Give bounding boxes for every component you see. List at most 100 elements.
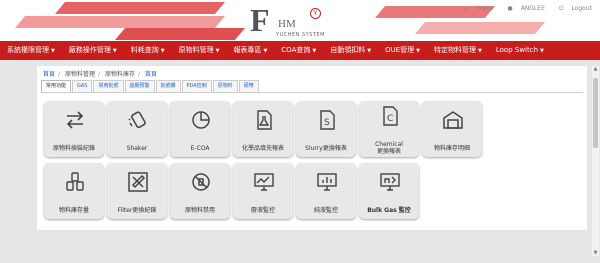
tile-material-ban[interactable]: 原物料禁用	[170, 163, 230, 219]
tile-inventory-detail[interactable]: 物料庫存明細	[422, 101, 482, 157]
ban-icon	[192, 173, 210, 191]
app-header: F HM Y YUCHEN SYSTEM ⌂ Home ● ANGLEE ⏻ L…	[0, 0, 600, 41]
nav-item[interactable]: 報表專區 ▼	[226, 41, 274, 60]
top-links: ⌂ Home ● ANGLEE ⏻ Logout	[452, 5, 592, 13]
slurry-document-icon: S	[320, 110, 335, 130]
header-stripe	[414, 22, 546, 34]
tools-icon	[128, 172, 148, 192]
breadcrumb-item[interactable]: 首頁	[145, 71, 157, 78]
tile-pure-monitor[interactable]: 純液監控	[296, 163, 356, 219]
nav-item[interactable]: 廠務操作管理 ▼	[62, 41, 124, 60]
nav-item[interactable]: 系統權限管理 ▼	[0, 41, 62, 60]
nav-label: 料耗查詢	[130, 46, 159, 54]
logo-letter: F	[250, 2, 270, 38]
nav-item[interactable]: 特定物料管理 ▼	[427, 41, 489, 60]
tab-pda[interactable]: PDA控制	[181, 80, 212, 92]
tile-label: Chemical 更換報表	[359, 141, 419, 155]
page-scrollbar[interactable]: ▲ ▼	[592, 66, 599, 256]
tile-label: Slurry更換報表	[305, 145, 347, 152]
home-link[interactable]: ⌂ Home	[458, 5, 493, 12]
system-name: YUCHEN SYSTEM	[276, 32, 325, 38]
tile-label-line2: 更換報表	[376, 148, 401, 155]
scroll-thumb[interactable]	[593, 78, 598, 148]
shaker-icon	[128, 111, 146, 129]
nav-item[interactable]: 自動領扣料 ▼	[323, 41, 378, 60]
nav-item[interactable]: Loop Switch ▼	[489, 41, 551, 60]
tile-label: 原物料禁用	[184, 207, 215, 214]
monitor-gas-icon	[380, 173, 400, 191]
logout-label: Logout	[571, 5, 592, 12]
barrels-icon	[66, 172, 84, 191]
nav-label: 廠務操作管理	[68, 46, 111, 54]
tile-inventory-qty[interactable]: 物料庫存量	[44, 163, 104, 219]
nav-item[interactable]: OUE管理 ▼	[378, 41, 427, 60]
breadcrumb-item: 原物料庫存	[104, 71, 135, 78]
chemical-document-icon: C	[383, 106, 398, 126]
tile-bulk-gas-monitor[interactable]: Bulk Gas 監控	[359, 163, 419, 219]
content-panel: 首頁 / 原物料管理 / 原物料庫存 / 首頁 常用功能 GAS 常用批號 過期預警 …	[37, 66, 587, 230]
home-icon: ⌂	[464, 5, 468, 12]
tile-label: 物料庫存明細	[433, 145, 470, 152]
home-label: Home	[475, 5, 494, 12]
pie-chart-icon	[192, 111, 210, 129]
tab-gas[interactable]: GAS	[72, 80, 93, 92]
tab-material[interactable]: 原物料	[212, 80, 238, 92]
brand-logo[interactable]: F HM Y YUCHEN SYSTEM	[248, 4, 358, 40]
breadcrumb-item[interactable]: 首頁	[43, 71, 55, 78]
tile-label: Filter更換紀錄	[117, 207, 157, 214]
tab-divider	[41, 92, 583, 93]
tab-lot-field[interactable]: 批號欄	[155, 80, 181, 92]
nav-label: COA查詢	[281, 46, 311, 54]
tile-chemical-report[interactable]: C Chemical 更換報表	[359, 101, 419, 157]
caret-down-icon: ▼	[367, 48, 372, 54]
nav-label: 報表專區	[233, 46, 262, 54]
tile-slurry-report[interactable]: S Slurry更換報表	[296, 101, 356, 157]
tile-shaker[interactable]: Shaker	[107, 101, 167, 157]
tab-bar: 常用功能 GAS 常用批號 過期預警 批號欄 PDA控制 原物料 硬幣	[41, 80, 260, 92]
caret-down-icon: ▼	[112, 48, 117, 54]
nav-label: 特定物料管理	[434, 46, 477, 54]
monitor-chart-icon	[254, 173, 274, 191]
tile-material-swap[interactable]: 原物料換裝紀錄	[44, 101, 104, 157]
tab-lots[interactable]: 常用批號	[93, 80, 124, 92]
logout-link[interactable]: ⏻ Logout	[553, 5, 592, 12]
caret-down-icon: ▼	[215, 48, 220, 54]
user-label: ANGLEE	[520, 5, 545, 12]
svg-text:S: S	[324, 118, 330, 128]
tab-coin[interactable]: 硬幣	[238, 80, 259, 92]
caret-down-icon: ▼	[312, 48, 317, 54]
monitor-bar-icon	[317, 173, 337, 191]
header-stripe	[114, 28, 246, 40]
flask-document-icon	[257, 110, 272, 130]
nav-item[interactable]: 原物料管理 ▼	[172, 41, 227, 60]
scroll-up-icon[interactable]: ▲	[592, 66, 599, 72]
caret-down-icon: ▼	[416, 48, 421, 54]
tab-common[interactable]: 常用功能	[41, 80, 72, 92]
tile-label: 純液監控	[313, 207, 338, 214]
user-link[interactable]: ● ANGLEE	[502, 5, 545, 12]
user-icon: ●	[507, 5, 513, 12]
nav-label: 原物料管理	[178, 46, 214, 54]
caret-down-icon: ▼	[263, 48, 268, 54]
nav-item[interactable]: COA查詢 ▼	[274, 41, 323, 60]
logo-badge: Y	[310, 8, 321, 19]
scroll-down-icon[interactable]: ▼	[592, 250, 599, 256]
tile-waste-monitor[interactable]: 廢液監控	[233, 163, 293, 219]
tile-label: E-COA	[190, 145, 210, 152]
breadcrumb-item: 原物料管理	[64, 71, 95, 78]
main-nav: 系統權限管理 ▼ 廠務操作管理 ▼ 料耗查詢 ▼ 原物料管理 ▼ 報表專區 ▼ COA查詢…	[0, 41, 600, 60]
tile-label: Shaker	[126, 145, 148, 152]
caret-down-icon: ▼	[51, 48, 55, 54]
caret-down-icon: ▼	[160, 48, 165, 54]
swap-icon	[66, 111, 84, 129]
tab-expiry[interactable]: 過期預警	[124, 80, 155, 92]
logout-icon: ⏻	[558, 5, 564, 12]
tile-ecoa[interactable]: E-COA	[170, 101, 230, 157]
header-stripe	[14, 16, 226, 28]
tile-chemical-fill-report[interactable]: 化學品填充報表	[233, 101, 293, 157]
tile-filter-record[interactable]: Filter更換紀錄	[107, 163, 167, 219]
nav-item[interactable]: 料耗查詢 ▼	[124, 41, 172, 60]
nav-label: OUE管理	[385, 46, 415, 54]
nav-label: 系統權限管理	[7, 46, 49, 54]
svg-text:C: C	[387, 114, 393, 124]
